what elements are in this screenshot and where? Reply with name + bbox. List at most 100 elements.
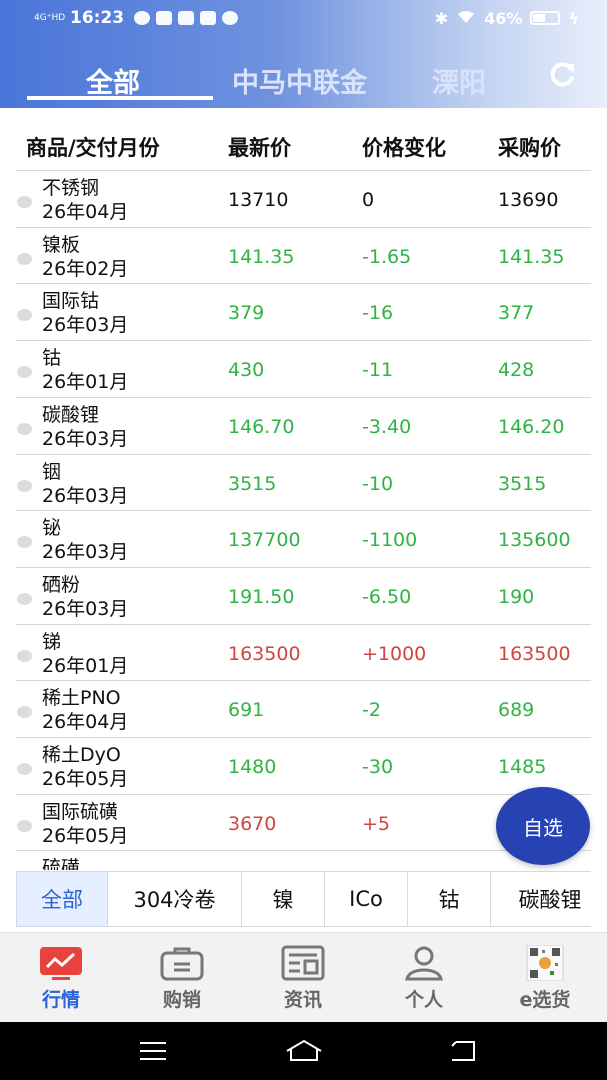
status-left: 4G⁺HD 16:23 — [34, 8, 239, 28]
menu-icon[interactable] — [138, 1038, 168, 1064]
purchase-price: 135600 — [498, 529, 571, 552]
price-change: -6.50 — [362, 585, 412, 608]
row-indicator-dot — [17, 763, 32, 775]
app-header: 4G⁺HD 16:23 ✱ 46% ϟ 全部 中马中联金 溧阳 — [0, 0, 607, 108]
briefcase-icon — [160, 947, 204, 981]
table-row[interactable]: 稀土PNO 26年04月 691 -2 689 — [16, 680, 591, 737]
battery-level — [533, 14, 546, 22]
row-indicator-dot — [17, 536, 32, 549]
product-name: 硒粉 — [42, 573, 81, 596]
qr-code-icon — [526, 945, 564, 981]
delivery-month: 26年05月 — [42, 768, 129, 790]
refresh-button[interactable] — [545, 58, 579, 92]
product-name: 铋 — [42, 517, 62, 540]
delivery-month: 26年05月 — [42, 824, 129, 847]
table-row[interactable]: 铋 26年03月 137700 -1100 135600 — [16, 510, 591, 567]
delivery-month: 26年01月 — [42, 654, 129, 677]
row-indicator-dot — [17, 366, 32, 379]
category-tab-ico[interactable]: ICo — [324, 871, 408, 927]
mail-icon — [178, 11, 195, 25]
product-name: 国际钴 — [42, 290, 100, 313]
nav-news[interactable]: 资讯 — [263, 945, 343, 1012]
delivery-month: 26年03月 — [42, 541, 129, 564]
header-latest-price: 最新价 — [228, 136, 291, 160]
table-row[interactable]: 碳酸锂 26年03月 146.70 -3.40 146.20 — [16, 396, 591, 454]
back-icon[interactable] — [448, 1038, 478, 1064]
latest-price: 146.70 — [228, 415, 295, 438]
refresh-icon — [550, 62, 574, 87]
table-header: 商品/交付月份 最新价 价格变化 采购价 — [0, 108, 607, 170]
row-indicator-dot — [17, 252, 32, 265]
price-change: -16 — [362, 302, 394, 325]
table-row[interactable]: 国际钴 26年03月 379 -16 377 — [16, 283, 591, 340]
price-change: +1000 — [362, 642, 427, 665]
top-tab-zmzlj[interactable]: 中马中联金 — [232, 61, 367, 100]
price-change: -1.65 — [362, 245, 412, 268]
chat-icon — [222, 11, 239, 25]
nav-trade-label: 购销 — [162, 989, 201, 1011]
price-change: -1100 — [362, 529, 418, 552]
price-table: 不锈钢 26年04月 13710 0 13690 镍板 26年02月 141.35 -1.65 1… — [0, 170, 607, 870]
header-product-month: 商品/交付月份 — [26, 136, 160, 160]
purchase-price: 141.35 — [498, 245, 565, 268]
product-name: 稀土PNO — [42, 687, 121, 710]
delivery-month: 26年03月 — [42, 484, 129, 507]
top-tab-all[interactable]: 全部 — [86, 61, 140, 100]
row-indicator-dot — [17, 422, 32, 435]
product-name: 镍板 — [42, 233, 81, 256]
bottom-nav: 行情 购销 资讯 个人 e选货 — [0, 932, 607, 1022]
table-row[interactable]: 锑 26年01月 163500 +1000 163500 — [16, 623, 591, 681]
latest-price: 3670 — [228, 812, 277, 835]
delivery-month: 26年02月 — [42, 257, 129, 280]
category-tab-all[interactable]: 全部 — [16, 871, 108, 927]
row-indicator-dot — [17, 706, 32, 719]
delivery-month: 26年04月 — [42, 201, 129, 223]
nav-market[interactable]: 行情 — [21, 945, 101, 1012]
delivery-month: 26年03月 — [42, 314, 129, 337]
active-tab-indicator — [27, 96, 213, 100]
table-row[interactable]: 硒粉 26年03月 191.50 -6.50 190 — [16, 566, 591, 624]
nav-eselect[interactable]: e选货 — [505, 945, 585, 1012]
category-tab-nickel[interactable]: 镍 — [241, 871, 325, 927]
category-tab-cobalt[interactable]: 钴 — [407, 871, 491, 927]
row-indicator-dot — [17, 819, 32, 832]
nav-profile[interactable]: 个人 — [384, 945, 464, 1012]
product-name: 锑 — [42, 630, 62, 653]
product-name: 硫磺 — [42, 857, 81, 870]
delivery-month: 26年03月 — [42, 427, 129, 450]
link-icon — [134, 11, 151, 25]
product-name: 铟 — [42, 460, 62, 483]
delivery-month: 26年04月 — [42, 711, 129, 734]
row-indicator-dot — [17, 309, 32, 322]
price-change: +5 — [362, 812, 391, 835]
battery-percent: 46% — [484, 8, 523, 28]
category-tab-lithium[interactable]: 碳酸锂 — [490, 871, 591, 927]
product-name: 碳酸锂 — [42, 403, 100, 426]
table-row[interactable]: 硫磺 — [16, 850, 591, 870]
category-tab-304[interactable]: 304冷卷 — [107, 871, 242, 927]
header-price-change: 价格变化 — [362, 136, 446, 160]
purchase-price: 190 — [498, 585, 535, 608]
person-icon — [405, 946, 443, 981]
row-indicator-dot — [17, 649, 32, 662]
latest-price: 691 — [228, 699, 265, 722]
table-row[interactable]: 钴 26年01月 430 -11 428 — [16, 340, 591, 397]
video-icon — [156, 11, 173, 25]
home-icon[interactable] — [284, 1038, 324, 1064]
row-indicator-dot — [17, 196, 32, 208]
category-tab-bar: 全部 304冷卷 镍 ICo 钴 碳酸锂 — [16, 871, 591, 927]
nav-eselect-label: e选货 — [519, 989, 571, 1011]
price-change: -30 — [362, 756, 394, 778]
table-row[interactable]: 镍板 26年02月 141.35 -1.65 141.35 — [16, 226, 591, 284]
purchase-price: 689 — [498, 699, 535, 722]
purchase-price: 1485 — [498, 756, 547, 778]
price-change: -10 — [362, 472, 394, 495]
top-tab-liyang[interactable]: 溧阳 — [432, 61, 486, 100]
table-row[interactable]: 铟 26年03月 3515 -10 3515 — [16, 453, 591, 511]
purchase-price: 146.20 — [498, 415, 565, 438]
table-row[interactable]: 不锈钢 26年04月 13710 0 13690 — [16, 170, 591, 227]
status-right: ✱ 46% ϟ — [435, 8, 579, 28]
table-row[interactable]: 稀土DyO 26年05月 1480 -30 1485 — [16, 737, 591, 794]
favorites-button[interactable]: 自选 — [496, 787, 590, 865]
nav-trade[interactable]: 购销 — [142, 945, 222, 1012]
